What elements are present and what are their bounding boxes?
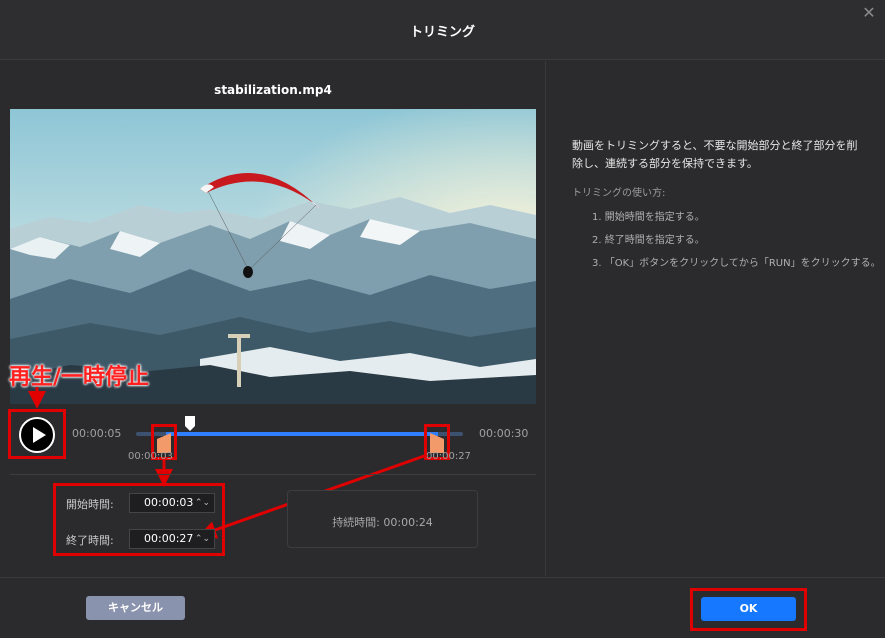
- spinner-icon[interactable]: ⌃⌄: [195, 530, 210, 548]
- howto-step: 3. 「OK」ボタンをクリックしてから「RUN」をクリックする。: [592, 258, 881, 269]
- start-handle[interactable]: [157, 433, 171, 453]
- playhead-icon[interactable]: [184, 415, 196, 432]
- duration-box: 持続時間: 00:00:24: [287, 490, 478, 548]
- play-icon[interactable]: [19, 417, 55, 453]
- current-time: 00:00:05: [72, 427, 122, 440]
- start-time-value: 00:00:03: [144, 496, 194, 509]
- preview-panel: stabilization.mp4 再生/一時停止 00:00:05 00:00…: [0, 61, 546, 576]
- ok-button-highlight: OK: [690, 588, 807, 631]
- duration-label: 持続時間:: [332, 516, 380, 529]
- cancel-button[interactable]: キャンセル: [86, 596, 185, 620]
- end-handle-time: 00:00:27: [426, 451, 471, 462]
- duration-value: 00:00:24: [383, 516, 433, 529]
- timeline-selection: [166, 432, 438, 436]
- time-fields-highlight: 開始時間: 00:00:03 ⌃⌄ 終了時間: 00:00:27 ⌃⌄: [53, 483, 225, 556]
- dialog-title: トリミング: [409, 25, 475, 40]
- end-time-label: 終了時間:: [66, 534, 114, 547]
- dialog-titlebar: トリミング ✕: [0, 0, 885, 60]
- end-time-value: 00:00:27: [144, 532, 194, 545]
- trim-description: 動画をトリミングすると、不要な開始部分と終了部分を削除し、連続する部分を保持でき…: [572, 139, 858, 170]
- duration-readout: 持続時間: 00:00:24: [288, 514, 477, 530]
- howto-title: トリミングの使い方:: [572, 188, 666, 199]
- video-filename: stabilization.mp4: [214, 83, 332, 97]
- play-pause-highlight: [8, 409, 66, 459]
- total-time: 00:00:30: [479, 427, 529, 440]
- dialog-footer: キャンセル OK: [0, 577, 885, 638]
- close-icon[interactable]: ✕: [860, 4, 878, 22]
- ok-button[interactable]: OK: [701, 597, 796, 621]
- spinner-icon[interactable]: ⌃⌄: [195, 494, 210, 512]
- panel-divider: [10, 474, 536, 475]
- start-handle-time: 00:00:03: [128, 451, 173, 462]
- howto-step: 1. 開始時間を指定する。: [592, 212, 705, 223]
- end-handle[interactable]: [430, 433, 444, 453]
- start-time-input[interactable]: 00:00:03 ⌃⌄: [129, 493, 215, 513]
- info-panel: 動画をトリミングすると、不要な開始部分と終了部分を削除し、連続する部分を保持でき…: [547, 61, 885, 576]
- play-pause-annotation: 再生/一時停止: [9, 365, 150, 390]
- howto-step: 2. 終了時間を指定する。: [592, 235, 705, 246]
- end-time-input[interactable]: 00:00:27 ⌃⌄: [129, 529, 215, 549]
- start-time-label: 開始時間:: [66, 498, 114, 511]
